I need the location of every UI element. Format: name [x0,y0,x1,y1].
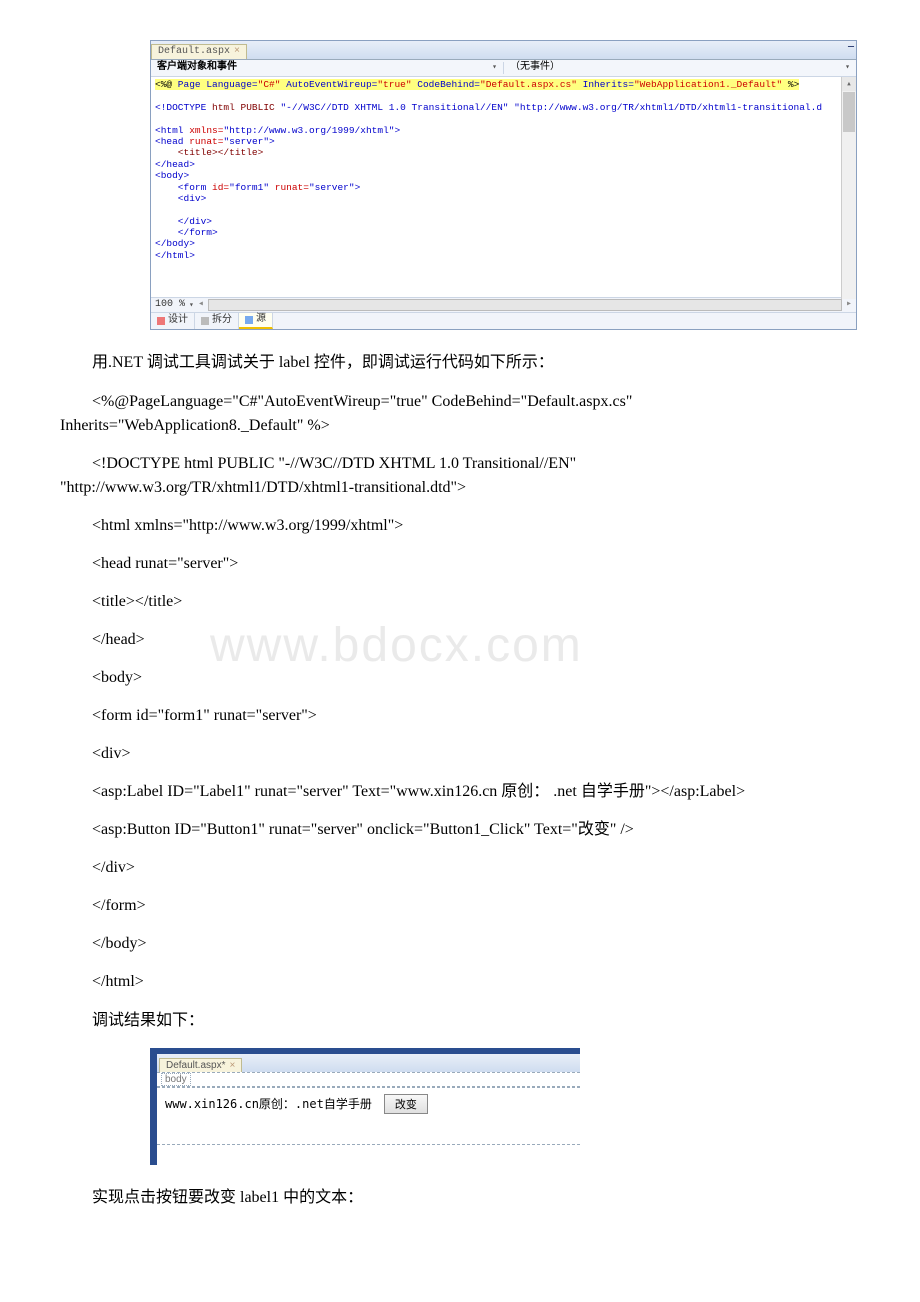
ide-view-tabs: 设计 拆分 源 [151,312,856,329]
zoom-arrow-icon[interactable]: ▾ [189,301,194,311]
code-line-6: </head> [60,628,860,652]
view-design-tab[interactable]: 设计 [151,313,195,329]
scroll-right-icon[interactable]: ▸ [846,299,852,311]
designer-tab-label: Default.aspx* [166,1060,225,1071]
event-dropdown-label: （无事件） [510,62,560,74]
ide-tab-default[interactable]: Default.aspx × [151,44,247,59]
close-icon[interactable]: × [234,46,240,58]
ide-statusbar: 100 % ▾ ◂ ▸ [151,297,856,312]
change-button[interactable]: 改变 [384,1094,428,1114]
ide-window: Default.aspx × — 客户端对象和事件 ▾ （无事件） ▾ <%@ … [150,40,857,330]
ide-tab-label: Default.aspx [158,46,230,58]
code-line-4: <head runat="server"> [60,552,860,576]
designer-window: Default.aspx* × body www.xin126.cn原创：.ne… [150,1048,580,1165]
zoom-level: 100 % [155,299,185,311]
chevron-down-icon: ▾ [845,63,850,73]
close-icon[interactable]: × [229,1060,235,1071]
code-line-10: <asp:Label ID="Label1" runat="server" Te… [60,780,860,804]
view-source-tab[interactable]: 源 [239,313,273,329]
code-line-5: <title></title> [60,590,860,614]
paragraph-change: 实现点击按钮要改变 label1 中的文本： [60,1185,860,1211]
v-scrollbar[interactable]: ▴ [841,77,856,299]
object-dropdown-label: 客户端对象和事件 [157,62,237,74]
minimize-icon[interactable]: — [848,42,854,54]
code-line-9: <div> [60,742,860,766]
designer-surface[interactable]: www.xin126.cn原创：.net自学手册 改变 [157,1087,580,1145]
breadcrumb-body[interactable]: body [161,1073,191,1086]
ide-dropdowns: 客户端对象和事件 ▾ （无事件） ▾ [151,60,856,77]
chevron-down-icon: ▾ [492,63,497,73]
code-line-7: <body> [60,666,860,690]
label-control[interactable]: www.xin126.cn原创：.net自学手册 [165,1095,372,1112]
designer-tabbar: Default.aspx* × [157,1054,580,1072]
h-scrollbar[interactable] [208,299,842,311]
code-line-3: <html xmlns="http://www.w3.org/1999/xhtm… [60,514,860,538]
paragraph-intro: 用.NET 调试工具调试关于 label 控件，即调试运行代码如下所示： [60,350,860,376]
code-line-2: <!DOCTYPE html PUBLIC "-//W3C//DTD XHTML… [60,452,860,500]
view-split-tab[interactable]: 拆分 [195,313,239,329]
code-line-1: <%@PageLanguage="C#"AutoEventWireup="tru… [60,390,860,438]
code-line-13: </form> [60,894,860,918]
scroll-up-icon[interactable]: ▴ [842,77,856,91]
document-content: 用.NET 调试工具调试关于 label 控件，即调试运行代码如下所示： <%@… [60,350,860,1033]
event-dropdown[interactable]: （无事件） ▾ [504,62,856,74]
code-line-14: </body> [60,932,860,956]
code-line-11: <asp:Button ID="Button1" runat="server" … [60,818,860,842]
object-dropdown[interactable]: 客户端对象和事件 ▾ [151,62,504,74]
paragraph-result: 调试结果如下： [60,1008,860,1034]
code-line-15: </html> [60,970,860,994]
designer-tab[interactable]: Default.aspx* × [159,1058,242,1072]
scrollbar-thumb[interactable] [843,92,855,132]
code-line-8: <form id="form1" runat="server"> [60,704,860,728]
breadcrumb: body [157,1072,580,1087]
code-editor[interactable]: <%@ Page Language="C#" AutoEventWireup="… [151,77,856,297]
code-line-12: </div> [60,856,860,880]
ide-tabbar: Default.aspx × — [151,41,856,60]
scroll-left-icon[interactable]: ◂ [198,299,204,311]
